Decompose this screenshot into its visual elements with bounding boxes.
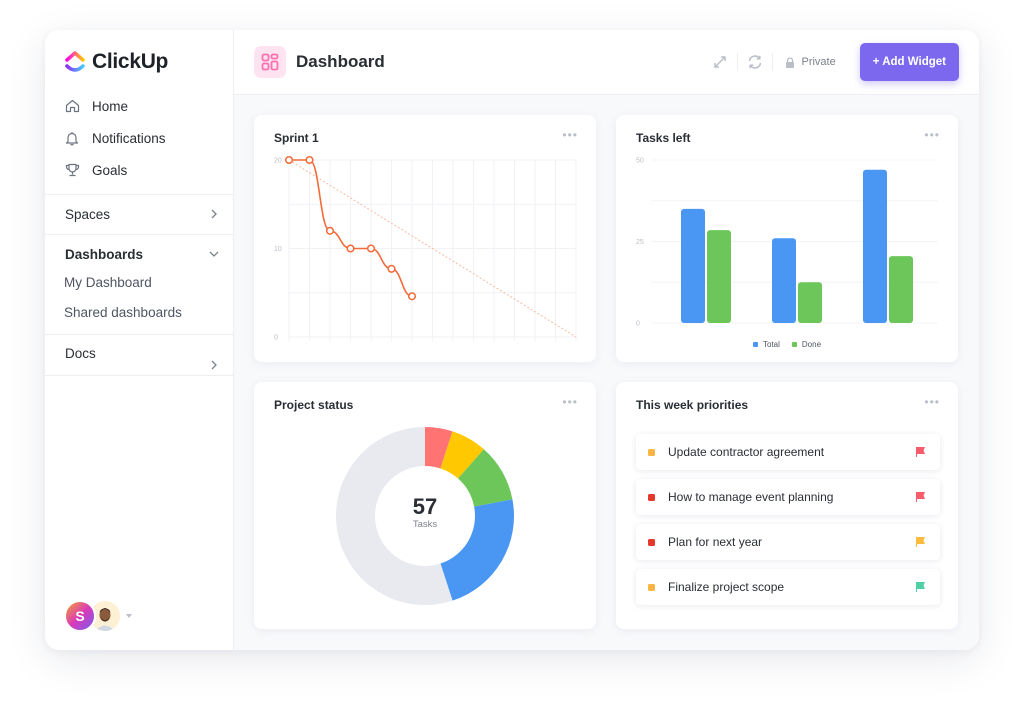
data-point [284, 155, 294, 165]
docs-label: Docs [65, 346, 96, 361]
status-dot [648, 493, 655, 501]
legend-label: Total [762, 340, 780, 349]
task-count-label: Tasks [412, 519, 438, 530]
priority-item[interactable]: Finalize project scope [636, 569, 940, 605]
chart-legend: Total Done [616, 340, 958, 349]
expand-icon [714, 56, 727, 68]
nav-item-goals[interactable]: Goals [45, 154, 233, 186]
main-content: Dashboard Private + Add Widget Sprint 1 … [234, 30, 979, 650]
status-dot [648, 448, 655, 456]
flag-icon [916, 447, 925, 457]
add-widget-button[interactable]: + Add Widget [859, 43, 959, 81]
lock-icon [786, 56, 795, 68]
sprint-widget: Sprint 1 ••• 0 10 20 [254, 115, 596, 362]
y-tick-label: 25 [636, 239, 644, 246]
task-name: Update contractor agreement [668, 445, 825, 459]
refresh-icon [749, 55, 762, 69]
spaces-label: Spaces [65, 206, 111, 222]
avatar-user: S [64, 600, 96, 632]
clickup-logo-icon [65, 51, 85, 72]
chevron-right-icon [211, 360, 217, 370]
privacy-toggle[interactable]: Private [785, 56, 836, 68]
bar-total [681, 208, 705, 323]
flag-icon [916, 537, 925, 547]
legend-swatch [791, 342, 797, 347]
nav-label: Notifications [92, 130, 166, 146]
bar-done [889, 256, 913, 323]
legend-label: Done [801, 340, 822, 349]
tasks-bar-chart: 0 25 50 [636, 158, 938, 328]
docs-section: Docs [45, 334, 233, 376]
nav-item-home[interactable]: Home [45, 90, 233, 122]
more-options-icon[interactable]: ••• [924, 396, 940, 408]
user-menu[interactable]: S [64, 600, 132, 632]
priorities-widget: This week priorities ••• Update contract… [616, 382, 958, 629]
spaces-toggle[interactable]: Spaces [45, 195, 233, 233]
y-tick-label: 50 [636, 158, 644, 165]
bar-done [707, 230, 731, 323]
y-tick-label: 10 [274, 246, 282, 253]
legend-item-total: Total [752, 340, 780, 349]
task-name: Plan for next year [668, 535, 763, 549]
nav-item-notifications[interactable]: Notifications [45, 122, 233, 154]
chevron-down-icon [209, 251, 219, 257]
sidebar: ClickUp Home Notifications Goals Spaces … [45, 30, 234, 650]
y-tick-label: 20 [274, 158, 282, 165]
expand-button[interactable] [703, 43, 737, 81]
flag-icon [916, 492, 925, 502]
spaces-section: Spaces [45, 194, 233, 233]
bar-done [798, 282, 822, 323]
task-name: Finalize project scope [668, 580, 785, 594]
legend-swatch [752, 342, 758, 347]
status-dot [648, 538, 655, 546]
dashboards-section: Dashboards My Dashboard Shared dashboard… [45, 234, 233, 328]
dashboards-label: Dashboards [65, 246, 144, 262]
bar-total [772, 238, 796, 323]
docs-toggle[interactable]: Docs [45, 335, 233, 375]
priority-list: Update contractor agreement How to manag… [636, 434, 940, 614]
logo[interactable]: ClickUp [64, 50, 168, 74]
divider [772, 53, 774, 71]
data-point [346, 244, 355, 253]
refresh-button[interactable] [738, 43, 772, 81]
data-point [305, 155, 314, 165]
flag-icon [916, 582, 925, 592]
widget-title: This week priorities [636, 398, 749, 412]
header-actions: Private + Add Widget [703, 43, 959, 81]
home-icon [64, 98, 80, 114]
data-point [407, 292, 417, 301]
task-count: 57 [412, 494, 438, 519]
bar-total [863, 169, 887, 323]
main-nav: Home Notifications Goals [45, 90, 233, 186]
priority-item[interactable]: Update contractor agreement [636, 434, 940, 470]
dashboard-icon [254, 46, 286, 78]
donut-center-label: 57 Tasks [254, 494, 596, 531]
y-tick-label: 0 [274, 335, 278, 342]
caret-down-icon [126, 614, 132, 618]
page-header: Dashboard Private + Add Widget [234, 30, 979, 95]
privacy-label: Private [801, 56, 836, 68]
bell-icon [64, 130, 80, 146]
chevron-right-icon [211, 209, 217, 219]
trophy-icon [64, 162, 80, 178]
brand-name: ClickUp [92, 50, 169, 73]
nav-label: Goals [92, 162, 128, 178]
sidebar-item-my-dashboard[interactable]: My Dashboard [45, 268, 233, 298]
page-title: Dashboard [296, 52, 385, 71]
priority-item[interactable]: How to manage event planning [636, 479, 940, 515]
nav-label: Home [92, 98, 129, 114]
project-status-widget: Project status ••• 57 Tasks [254, 382, 596, 629]
priority-item[interactable]: Plan for next year [636, 524, 940, 560]
data-point [387, 264, 396, 273]
tasks-left-widget: Tasks left ••• 0 25 50 Total Done [616, 115, 958, 362]
data-point [325, 226, 335, 235]
burndown-chart: 0 10 20 [274, 155, 577, 342]
data-point [366, 244, 376, 253]
task-name: How to manage event planning [668, 490, 834, 504]
sidebar-item-shared-dashboards[interactable]: Shared dashboards [45, 298, 233, 328]
y-tick-label: 0 [636, 321, 640, 328]
status-dot [648, 583, 655, 591]
app-window: ClickUp Home Notifications Goals Spaces … [45, 30, 979, 650]
legend-item-done: Done [791, 340, 822, 349]
